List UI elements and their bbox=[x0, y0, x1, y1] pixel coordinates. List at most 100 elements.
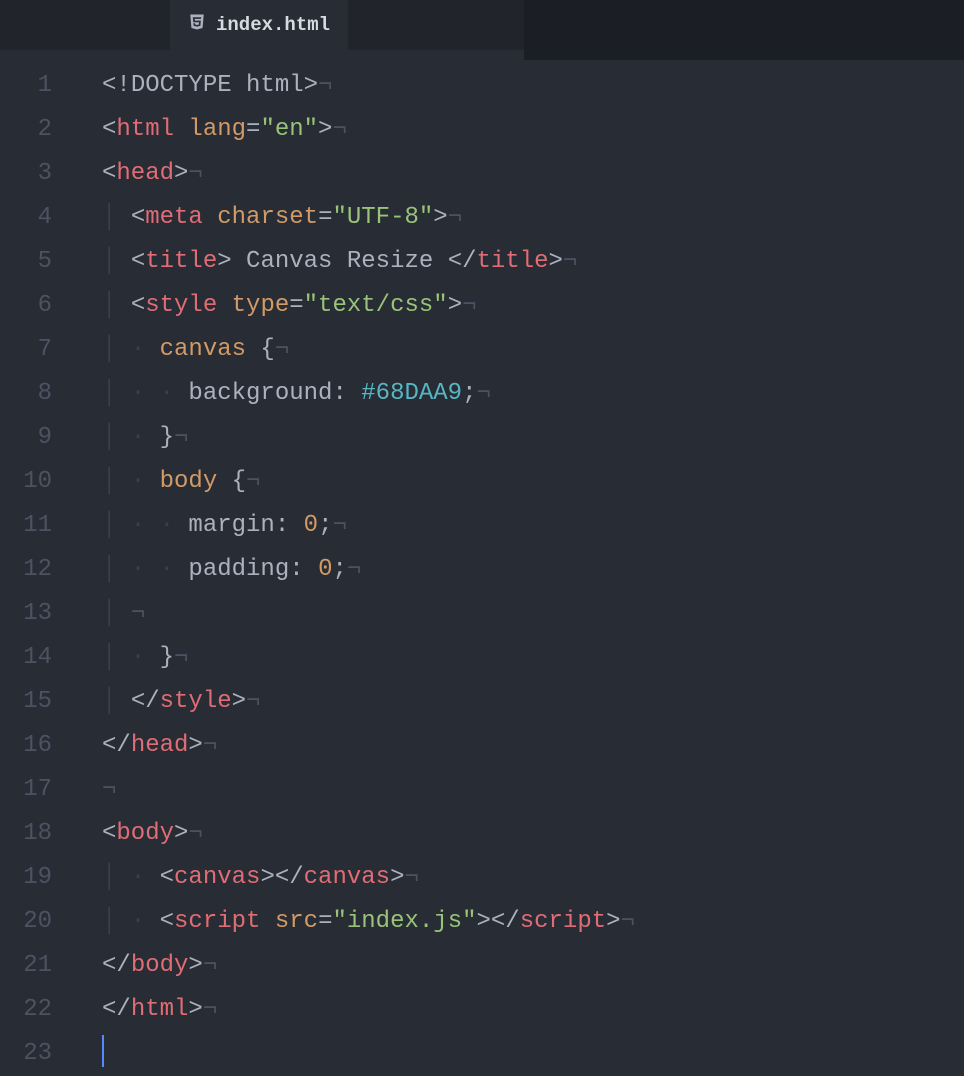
code-line[interactable]: │ · <script src="index.js"></script>¬ bbox=[102, 900, 635, 944]
code-line[interactable]: │ <title> Canvas Resize </title>¬ bbox=[102, 240, 635, 284]
tab-filename: index.html bbox=[216, 14, 330, 36]
code-line[interactable]: │ · · background: #68DAA9;¬ bbox=[102, 372, 635, 416]
token-punct: < bbox=[102, 116, 116, 143]
line-number: 10 bbox=[0, 460, 62, 504]
line-number: 11 bbox=[0, 504, 62, 548]
line-number: 13 bbox=[0, 592, 62, 636]
token-punct: </ bbox=[102, 996, 131, 1023]
code-line[interactable] bbox=[102, 1032, 635, 1076]
token-text bbox=[217, 292, 231, 319]
token-punct: = bbox=[289, 292, 303, 319]
line-number: 21 bbox=[0, 944, 62, 988]
eol-marker: ¬ bbox=[347, 556, 361, 583]
token-punct: > bbox=[549, 248, 563, 275]
html5-icon bbox=[188, 13, 206, 37]
token-punct: } bbox=[160, 424, 174, 451]
token-punct: < bbox=[131, 292, 145, 319]
code-line[interactable]: │ · }¬ bbox=[102, 636, 635, 680]
eol-marker: ¬ bbox=[462, 292, 476, 319]
token-text: Canvas Resize bbox=[232, 248, 448, 275]
token-text bbox=[203, 204, 217, 231]
token-punct: = bbox=[318, 204, 332, 231]
code-line[interactable]: │ · body {¬ bbox=[102, 460, 635, 504]
eol-marker: ¬ bbox=[203, 952, 217, 979]
eol-marker: ¬ bbox=[203, 732, 217, 759]
code-line[interactable]: │ ¬ bbox=[102, 592, 635, 636]
token-num: 0 bbox=[304, 512, 318, 539]
code-line[interactable]: │ <meta charset="UTF-8">¬ bbox=[102, 196, 635, 240]
token-punct: > bbox=[304, 72, 318, 99]
code-line[interactable]: <head>¬ bbox=[102, 152, 635, 196]
eol-marker: ¬ bbox=[318, 72, 332, 99]
eol-marker: ¬ bbox=[477, 380, 491, 407]
code-line[interactable]: │ · canvas {¬ bbox=[102, 328, 635, 372]
token-punct: { bbox=[246, 336, 275, 363]
indent-guide: │ · bbox=[102, 424, 160, 451]
line-number: 6 bbox=[0, 284, 62, 328]
token-punct: < bbox=[160, 864, 174, 891]
code-line[interactable]: </head>¬ bbox=[102, 724, 635, 768]
line-number: 22 bbox=[0, 988, 62, 1032]
token-attr: type bbox=[232, 292, 290, 319]
token-punct: > bbox=[217, 248, 231, 275]
indent-guide: │ · bbox=[102, 336, 160, 363]
token-punct: ; bbox=[462, 380, 476, 407]
code-line[interactable]: │ <style type="text/css">¬ bbox=[102, 284, 635, 328]
eol-marker: ¬ bbox=[131, 600, 145, 627]
code-line[interactable]: │ · · margin: 0;¬ bbox=[102, 504, 635, 548]
code-line[interactable]: │ · · padding: 0;¬ bbox=[102, 548, 635, 592]
code-line[interactable]: │ </style>¬ bbox=[102, 680, 635, 724]
token-str: "en" bbox=[260, 116, 318, 143]
code-line[interactable]: <!DOCTYPE html>¬ bbox=[102, 64, 635, 108]
token-punct: > bbox=[606, 908, 620, 935]
token-tagname: canvas bbox=[174, 864, 260, 891]
indent-guide: │ · · bbox=[102, 380, 188, 407]
token-punct: { bbox=[217, 468, 246, 495]
token-punct: > bbox=[174, 820, 188, 847]
line-number: 15 bbox=[0, 680, 62, 724]
eol-marker: ¬ bbox=[203, 996, 217, 1023]
token-tagname: head bbox=[116, 160, 174, 187]
token-attr: charset bbox=[217, 204, 318, 231]
token-punct: < bbox=[102, 820, 116, 847]
code-line[interactable]: <body>¬ bbox=[102, 812, 635, 856]
line-number: 7 bbox=[0, 328, 62, 372]
code-line[interactable]: ¬ bbox=[102, 768, 635, 812]
eol-marker: ¬ bbox=[246, 468, 260, 495]
code-line[interactable]: </body>¬ bbox=[102, 944, 635, 988]
token-punct: </ bbox=[102, 732, 131, 759]
code-line[interactable]: </html>¬ bbox=[102, 988, 635, 1032]
token-punct: > bbox=[433, 204, 447, 231]
token-str: "text/css" bbox=[304, 292, 448, 319]
eol-marker: ¬ bbox=[188, 820, 202, 847]
token-tagname: html bbox=[131, 996, 189, 1023]
token-tagname: script bbox=[520, 908, 606, 935]
line-number: 9 bbox=[0, 416, 62, 460]
token-tagname: style bbox=[145, 292, 217, 319]
token-hex: #68DAA9 bbox=[361, 380, 462, 407]
file-tab[interactable]: index.html bbox=[170, 0, 348, 50]
token-punct: > bbox=[188, 732, 202, 759]
token-punct: <! bbox=[102, 72, 131, 99]
line-number-gutter: 1234567891011121314151617181920212223 bbox=[0, 50, 62, 1076]
token-sel: body bbox=[160, 468, 218, 495]
indent-guide: │ · · bbox=[102, 512, 188, 539]
eol-marker: ¬ bbox=[246, 688, 260, 715]
token-punct: ; bbox=[318, 512, 332, 539]
code-editor[interactable]: 1234567891011121314151617181920212223 <!… bbox=[0, 50, 964, 1076]
token-punct: : bbox=[275, 512, 304, 539]
line-number: 1 bbox=[0, 64, 62, 108]
eol-marker: ¬ bbox=[332, 116, 346, 143]
token-tagname: title bbox=[477, 248, 549, 275]
token-text bbox=[260, 908, 274, 935]
eol-marker: ¬ bbox=[621, 908, 635, 935]
eol-marker: ¬ bbox=[404, 864, 418, 891]
code-line[interactable]: <html lang="en">¬ bbox=[102, 108, 635, 152]
token-punct: > bbox=[390, 864, 404, 891]
code-line[interactable]: │ · }¬ bbox=[102, 416, 635, 460]
token-tagname: style bbox=[160, 688, 232, 715]
token-tagname: canvas bbox=[304, 864, 390, 891]
token-attr: src bbox=[275, 908, 318, 935]
code-content[interactable]: <!DOCTYPE html>¬<html lang="en">¬<head>¬… bbox=[62, 50, 635, 1076]
code-line[interactable]: │ · <canvas></canvas>¬ bbox=[102, 856, 635, 900]
